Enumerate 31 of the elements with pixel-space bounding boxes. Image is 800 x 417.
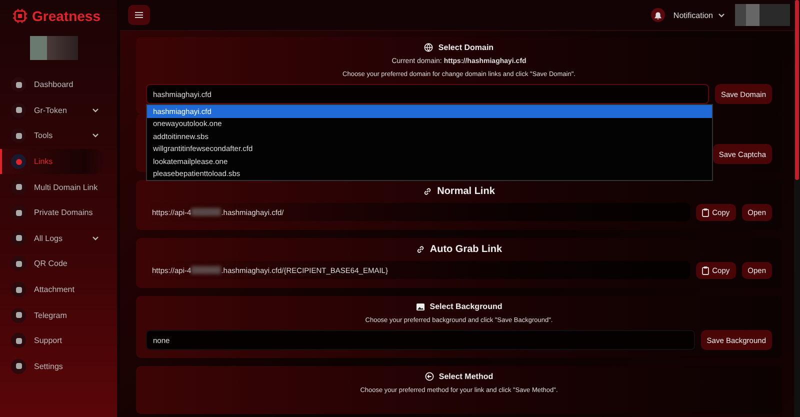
user-avatar-placeholder <box>735 4 790 26</box>
sidebar-item[interactable]: All Logs <box>0 226 117 252</box>
sidebar-item[interactable]: Tools <box>0 123 117 149</box>
card-title: Select Domain <box>438 43 494 52</box>
clipboard-icon <box>702 266 710 274</box>
sidebar-item[interactable]: Telegram <box>0 302 117 328</box>
notification-dropdown[interactable]: Notification <box>673 10 713 20</box>
card-title: Select Method <box>438 372 494 381</box>
sidebar-item[interactable]: Links <box>0 148 105 174</box>
image-icon <box>416 302 425 310</box>
chevron-down-icon <box>718 12 725 18</box>
bell-icon[interactable] <box>651 8 666 22</box>
clipboard-icon <box>702 208 710 216</box>
sidebar-item[interactable]: Support <box>0 328 117 354</box>
sidebar-item[interactable]: QR Code <box>0 251 117 277</box>
sidebar-item[interactable]: Dashboard <box>0 72 117 98</box>
brand-name: Greatness <box>32 8 100 24</box>
chip-logo-icon <box>13 9 27 23</box>
avatar-placeholder <box>30 36 78 60</box>
sidebar-item[interactable]: Gr-Token <box>0 98 117 124</box>
sidebar-item[interactable]: Multi Domain Link <box>0 174 117 200</box>
card-title: Auto Grab Link <box>430 244 502 255</box>
menu-button[interactable] <box>128 5 150 25</box>
sidebar-item[interactable]: Settings <box>0 354 117 380</box>
sidebar-item[interactable]: Private Domains <box>0 200 117 226</box>
card-title: Select Background <box>430 302 502 311</box>
card-title: Normal Link <box>437 186 495 197</box>
arrow-circle-icon <box>424 372 434 381</box>
scrollbar[interactable] <box>794 0 800 417</box>
menu-icon <box>135 12 143 18</box>
sidebar-item[interactable]: Attachment <box>0 276 117 302</box>
